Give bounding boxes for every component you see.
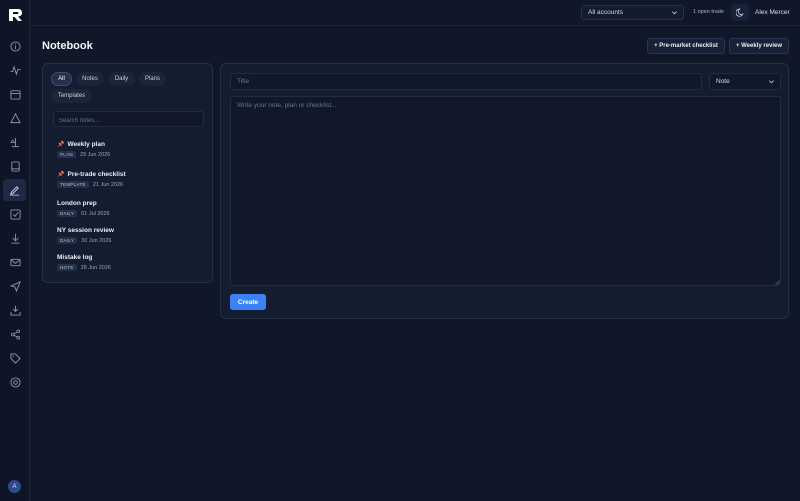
note-body-textarea[interactable]	[230, 96, 781, 286]
filter-tab-all[interactable]: All	[51, 72, 72, 86]
note-date: 21 Jun 2026	[92, 181, 124, 188]
scale-icon[interactable]	[5, 132, 25, 152]
chevron-down-icon	[672, 11, 677, 15]
note-item[interactable]: London prep DAILY 01 Jul 2026	[57, 200, 207, 217]
sidebar: A	[0, 0, 30, 501]
note-date: 29 Jun 2026	[79, 151, 111, 158]
note-title: NY session review	[57, 227, 114, 234]
note-title-input[interactable]	[230, 73, 702, 90]
note-title: London prep	[57, 200, 97, 207]
note-title: Mistake log	[57, 254, 93, 261]
filter-tab-daily[interactable]: Daily	[108, 72, 135, 86]
note-item[interactable]: NY session review DAILY 30 Jun 2026	[57, 227, 207, 244]
mail-icon[interactable]	[5, 252, 25, 272]
note-tag: TEMPLATE	[57, 181, 89, 188]
page-title: Notebook	[42, 40, 93, 52]
note-item[interactable]: Mistake log NOTE 28 Jun 2026	[57, 254, 207, 271]
topbar: All accounts 1 open trade Alex Mercer	[30, 0, 800, 26]
warning-icon[interactable]	[5, 108, 25, 128]
filter-tab-templates[interactable]: Templates	[51, 89, 92, 103]
checklist-icon[interactable]	[5, 204, 25, 224]
note-tag: PLAN	[57, 151, 76, 158]
pin-icon: 📌	[57, 172, 65, 178]
note-date: 30 Jun 2026	[81, 237, 112, 244]
chevron-down-icon	[769, 80, 774, 84]
calendar-icon[interactable]	[5, 84, 25, 104]
note-type-value: Note	[716, 78, 730, 85]
search-notes-input[interactable]	[53, 111, 204, 127]
note-title: Weekly plan	[67, 141, 105, 148]
note-item[interactable]: 📌 Weekly plan PLAN 29 Jun 2026	[57, 141, 207, 158]
create-button[interactable]: Create	[230, 294, 266, 310]
account-select-value: All accounts	[588, 9, 624, 16]
note-tag: DAILY	[57, 210, 78, 217]
book-icon[interactable]	[5, 156, 25, 176]
note-tag: DAILY	[57, 237, 78, 244]
note-item[interactable]: 📌 Pre-trade checklist TEMPLATE 21 Jun 2026	[57, 171, 207, 188]
note-tag: NOTE	[57, 264, 77, 271]
note-date: 28 Jun 2026	[80, 264, 111, 271]
weekly-review-button[interactable]: + Weekly review	[729, 38, 789, 54]
inbox-icon[interactable]	[5, 300, 25, 320]
pin-icon: 📌	[57, 142, 65, 148]
open-trade-count[interactable]: 1 open trade	[693, 9, 724, 15]
account-select[interactable]: All accounts	[581, 5, 684, 20]
note-editor-panel: Note Create	[220, 63, 789, 319]
download-icon[interactable]	[5, 228, 25, 248]
user-name[interactable]: Alex Mercer	[755, 9, 790, 16]
app-logo[interactable]	[7, 8, 23, 22]
tag-icon[interactable]	[5, 348, 25, 368]
target-icon[interactable]	[5, 372, 25, 392]
notes-list-panel: All Notes Daily Plans Templates 📌Weekly …	[42, 63, 213, 283]
resize-handle-icon[interactable]	[775, 280, 780, 285]
filter-tab-plans[interactable]: Plans	[139, 72, 166, 86]
premarket-checklist-button[interactable]: + Pre-market checklist	[647, 38, 725, 54]
note-type-select[interactable]: Note	[709, 73, 781, 90]
note-title: Pre-trade checklist	[67, 171, 126, 178]
info-icon[interactable]	[5, 36, 25, 56]
pen-icon[interactable]	[3, 179, 26, 201]
note-date: 01 Jul 2026	[81, 210, 110, 217]
activity-icon[interactable]	[5, 60, 25, 80]
send-icon[interactable]	[5, 276, 25, 296]
theme-toggle-button[interactable]	[731, 4, 749, 21]
share-icon[interactable]	[5, 324, 25, 344]
moon-icon	[735, 8, 744, 17]
filter-tab-notes[interactable]: Notes	[76, 72, 104, 86]
avatar[interactable]: A	[8, 480, 21, 493]
